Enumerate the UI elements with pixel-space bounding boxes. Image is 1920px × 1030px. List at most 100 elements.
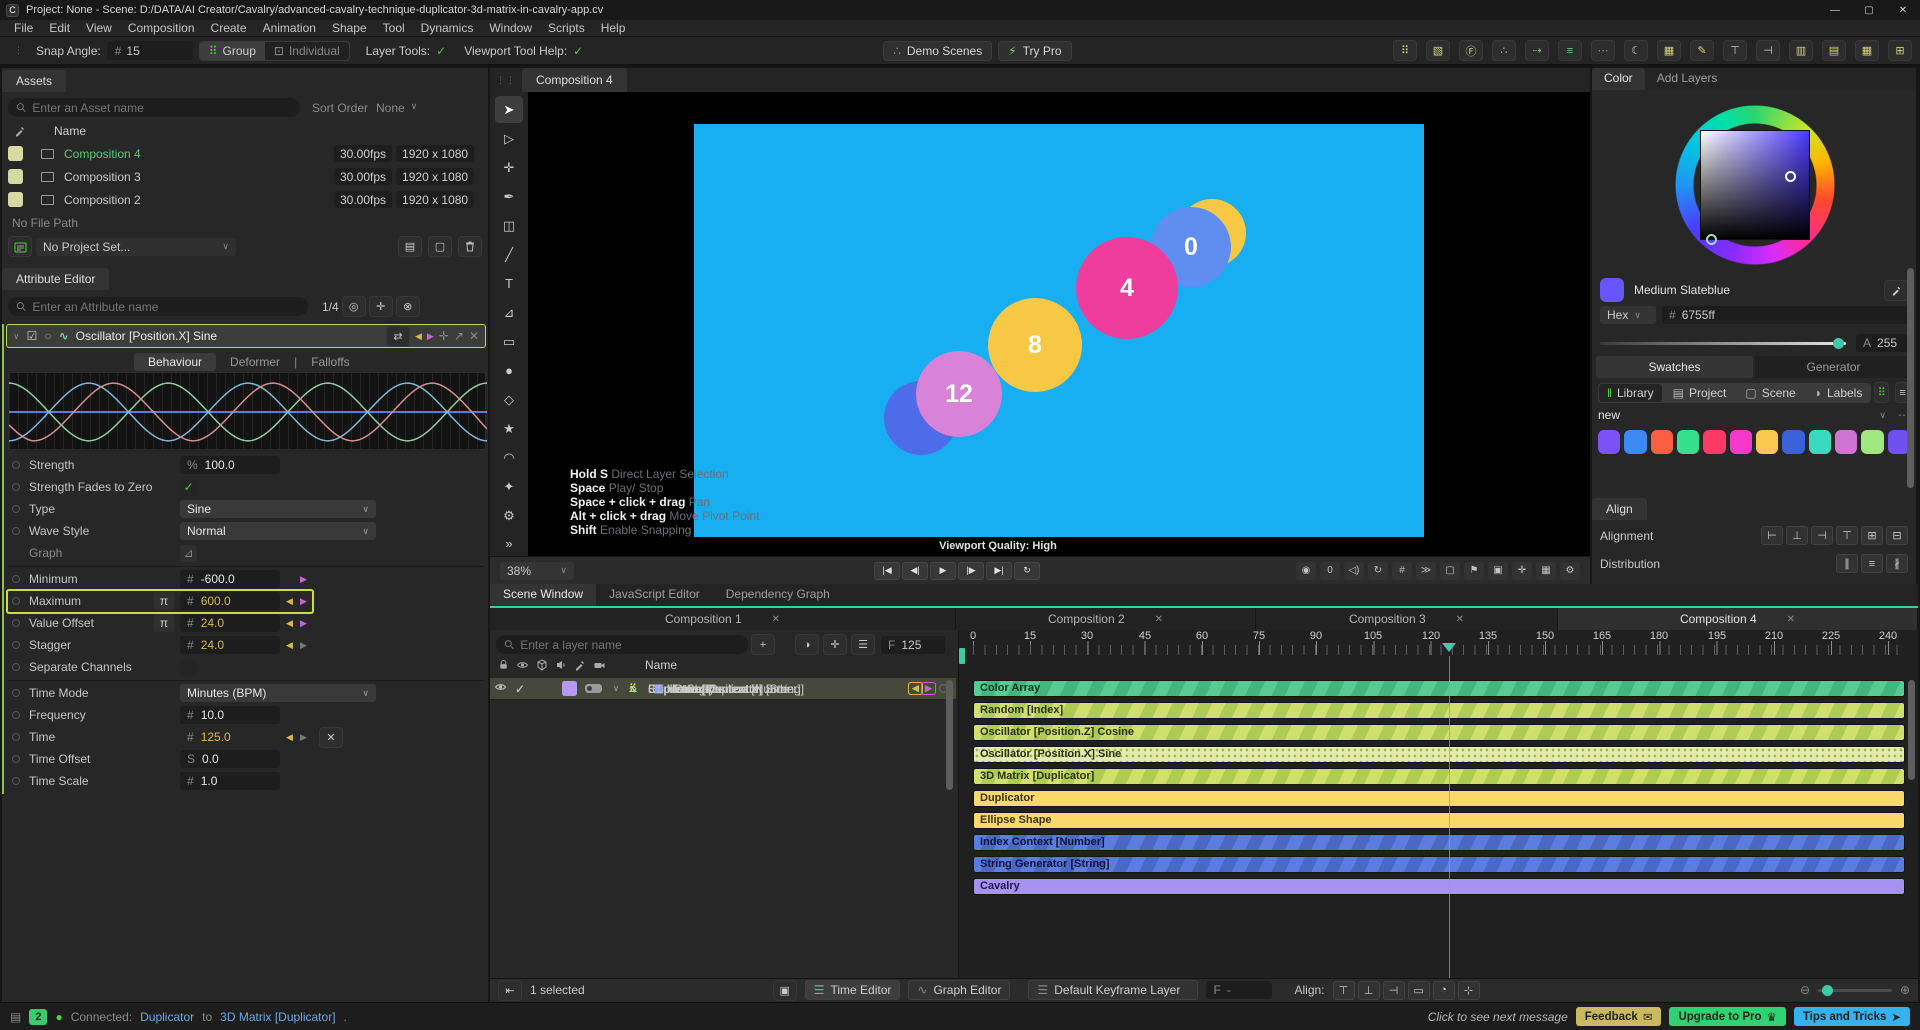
select-tool[interactable]: ➤ <box>495 96 523 123</box>
eye-icon[interactable] <box>516 659 529 671</box>
connector-dot[interactable] <box>12 663 20 671</box>
menu-item[interactable]: Animation <box>255 21 324 35</box>
align-left-icon[interactable]: ⊣ <box>1756 40 1780 61</box>
color-swatch[interactable] <box>1703 430 1726 454</box>
distribution-button[interactable]: ≡ <box>1861 554 1883 573</box>
sort-order-select[interactable]: None ∨ <box>376 101 417 115</box>
color-swatch[interactable] <box>1624 430 1647 454</box>
alignment-button[interactable]: ⊟ <box>1886 526 1908 545</box>
alignment-button[interactable]: ⊥ <box>1786 526 1808 545</box>
layer-tools-checkbox[interactable]: ✓ <box>436 44 446 58</box>
next-keyframe-icon[interactable]: ▶ <box>427 331 434 342</box>
speaker-icon[interactable] <box>555 659 567 671</box>
color-swatch[interactable] <box>1834 430 1858 454</box>
close-icon[interactable]: ✕ <box>1155 614 1163 625</box>
prev-keyframe-icon[interactable]: ◀ <box>286 618 293 629</box>
status-link-3d-matrix[interactable]: 3D Matrix [Duplicator] <box>220 1010 335 1024</box>
go-to-start-button[interactable]: |◀ <box>874 561 900 580</box>
attribute-search[interactable] <box>8 297 308 316</box>
layer-row[interactable]: T Cavalry ◀ ▶ <box>490 678 956 700</box>
timeline-layer-bar[interactable]: String Generator [String] <box>973 856 1905 873</box>
duplicated-circle[interactable]: 12 <box>916 351 1002 437</box>
color-swatch[interactable] <box>1729 430 1752 454</box>
refresh-icon[interactable]: ↻ <box>1368 561 1388 580</box>
panel-scrollbar[interactable] <box>1907 268 1914 488</box>
frame-icon[interactable]: Ⓕ <box>1459 40 1483 61</box>
tab-javascript-editor[interactable]: JavaScript Editor <box>596 584 713 606</box>
snap-angle-input[interactable]: # 15 <box>106 41 193 60</box>
viewport-canvas[interactable]: 0 4 8 12 Hold S Direct Layer Selection Spac… <box>528 92 1590 556</box>
distribution-button[interactable]: ∥ <box>1836 554 1858 573</box>
connector-dot[interactable] <box>12 689 20 697</box>
asset-color-swatch[interactable] <box>8 169 23 184</box>
zoom-out-icon[interactable]: ⊖ <box>1800 983 1810 997</box>
motion-path-icon[interactable]: ⇢ <box>1525 40 1549 61</box>
time-editor-button[interactable]: ☰ Time Editor <box>804 980 901 1000</box>
asset-row[interactable]: Composition 4 30.00fps 1920 x 1080 <box>2 142 488 165</box>
rectangle-tool[interactable]: ▭ <box>495 328 523 355</box>
timeline-layer-bar[interactable]: Ellipse Shape <box>973 812 1905 829</box>
text-tool[interactable]: T <box>495 270 523 297</box>
layer-color-swatch[interactable] <box>562 681 577 696</box>
align-left-button[interactable]: ⊣ <box>1382 980 1405 1000</box>
library-button[interactable]: ‖ Library <box>1599 383 1662 402</box>
columns-icon[interactable]: ▥ <box>1789 40 1813 61</box>
tab-composition-4[interactable]: Composition 4 ✕ <box>1558 608 1918 630</box>
demo-scenes-button[interactable]: ∴ Demo Scenes <box>883 40 993 61</box>
connector-dot[interactable] <box>12 777 20 785</box>
enabled-checkbox[interactable]: ☑ <box>27 329 38 343</box>
hue-ring-handle[interactable] <box>1706 234 1717 245</box>
tab-swatches[interactable]: Swatches <box>1596 356 1753 378</box>
tab-add-layers[interactable]: Add Layers <box>1645 68 1730 90</box>
mini-layout-icon[interactable]: ▣ <box>772 979 797 1001</box>
connector-dot[interactable] <box>12 619 20 627</box>
display-options-icon[interactable]: ☰ <box>851 634 875 655</box>
duplicated-circle[interactable]: 4 <box>1076 237 1178 339</box>
playhead-handle[interactable] <box>1442 643 1456 659</box>
labels-button[interactable]: ◗ Labels <box>1806 383 1871 402</box>
connector-dot[interactable] <box>12 711 20 719</box>
checker-icon[interactable]: ▦ <box>1536 561 1556 580</box>
tab-composition-1[interactable]: Composition 1 ✕ <box>490 608 956 630</box>
next-keyframe-icon[interactable]: ▶ <box>300 640 307 651</box>
viewport-zoom-select[interactable]: 38% ∨ <box>500 561 574 580</box>
pen-tool[interactable]: ✒ <box>495 183 523 210</box>
keyframe-layer-select[interactable]: ☰ Default Keyframe Layer <box>1028 980 1199 1000</box>
sv-picker-handle[interactable] <box>1785 171 1796 182</box>
proxy-icon[interactable]: ≫ <box>1416 561 1436 580</box>
go-to-end-button[interactable]: ▶| <box>986 561 1012 580</box>
status-link-duplicator[interactable]: Duplicator <box>140 1010 194 1024</box>
asset-row[interactable]: Composition 3 30.00fps 1920 x 1080 <box>2 165 488 188</box>
time-mode-select[interactable]: Minutes (BPM) ∨ <box>180 684 376 702</box>
swatch-group-select[interactable]: new <box>1598 408 1620 422</box>
color-swatch[interactable] <box>1650 430 1673 454</box>
frequency-input[interactable]: #10.0 <box>180 706 280 724</box>
prev-keyframe-icon[interactable]: ◀ <box>415 331 422 342</box>
line-tool[interactable]: ╱ <box>495 241 523 268</box>
close-icon[interactable]: ✕ <box>1456 614 1464 625</box>
scatter-icon[interactable]: ∴ <box>1492 40 1516 61</box>
pin-filter-icon[interactable]: ✛ <box>368 296 393 317</box>
connector-dot[interactable] <box>12 527 20 535</box>
tab-align[interactable]: Align <box>1592 498 1647 520</box>
tab-composition-3[interactable]: Composition 3 ✕ <box>1256 608 1558 630</box>
collapse-chevron-icon[interactable]: ∨ <box>13 331 20 342</box>
color-swatch[interactable] <box>1755 430 1779 454</box>
tab-dependency-graph[interactable]: Dependency Graph <box>713 584 843 606</box>
close-button[interactable]: ✕ <box>1886 0 1920 20</box>
previous-frame-button[interactable]: ◀| <box>902 561 928 580</box>
color-swatch[interactable] <box>1782 430 1805 454</box>
tab-falloffs[interactable]: Falloffs <box>297 353 363 371</box>
arc-icon[interactable]: ☾ <box>1624 40 1648 61</box>
timeline-layer-bar[interactable]: 3D Matrix [Duplicator] <box>973 768 1905 785</box>
next-frame-button[interactable]: |▶ <box>958 561 984 580</box>
color-mode-select[interactable]: Hex ∨ <box>1600 306 1656 324</box>
in-point-marker[interactable] <box>959 648 965 664</box>
panel-grip[interactable]: ⋮⋮ <box>496 75 516 86</box>
expand-tools-button[interactable]: » <box>495 531 523 556</box>
timeline-layer-bar[interactable]: Cavalry <box>973 878 1905 895</box>
next-message-link[interactable]: Click to see next message <box>1428 1010 1568 1024</box>
table-icon[interactable]: ▦ <box>1657 40 1681 61</box>
star-tool[interactable]: ★ <box>495 415 523 442</box>
menu-item[interactable]: Help <box>593 21 634 35</box>
